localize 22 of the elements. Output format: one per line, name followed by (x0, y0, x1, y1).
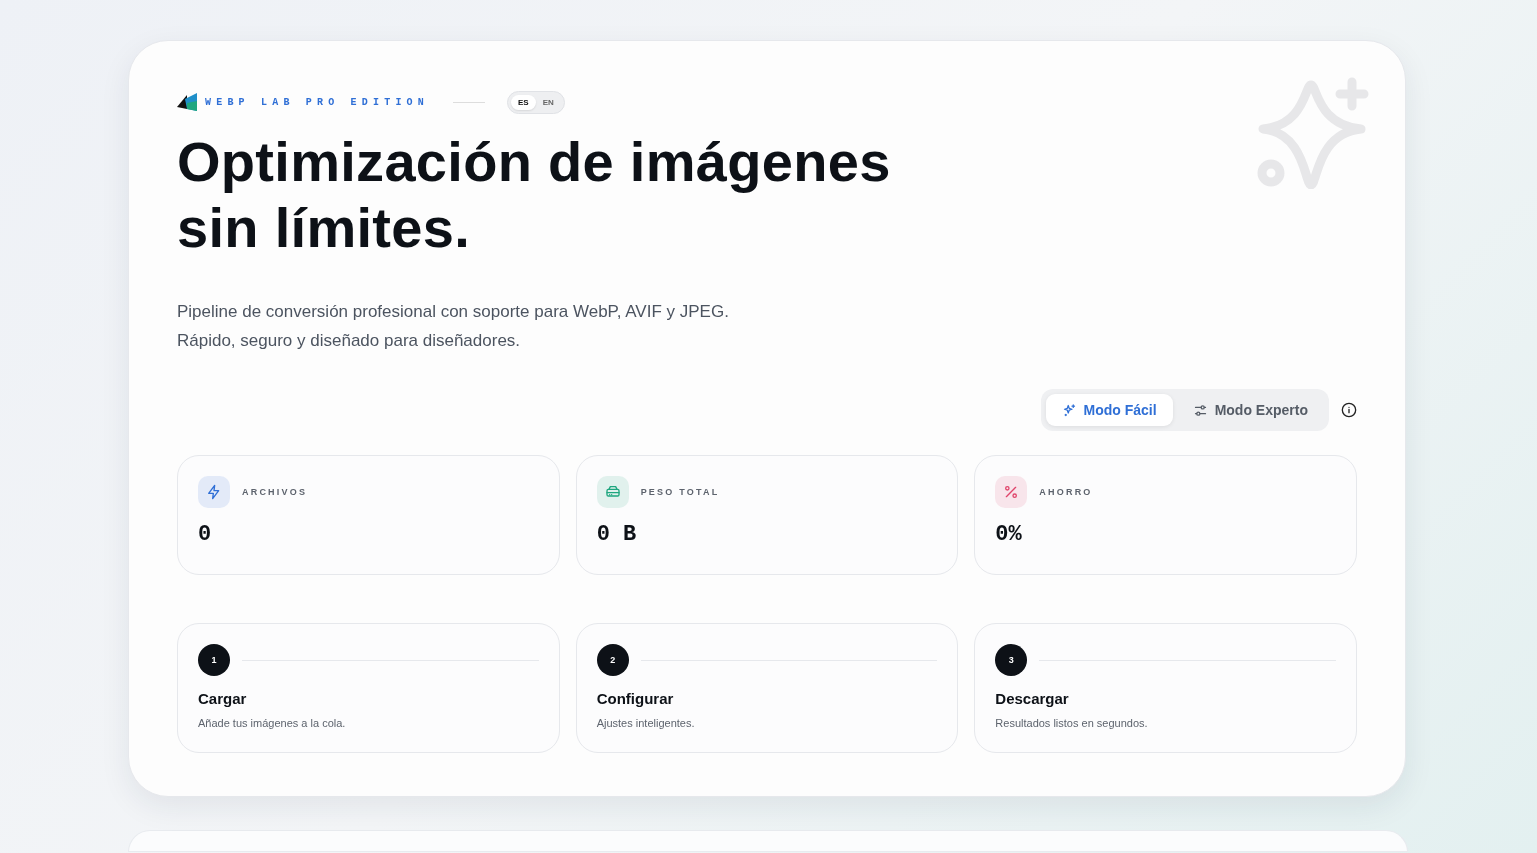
step-description: Resultados listos en segundos. (995, 717, 1149, 729)
step-title: Cargar (198, 690, 248, 707)
stat-value: 0 (198, 522, 213, 547)
hero-title: Optimización de imágenes sin límites. (177, 129, 892, 261)
step-number: 3 (995, 644, 1028, 676)
mode-tab[interactable]: Modo Fácil (1045, 394, 1173, 426)
step-number: 1 (198, 644, 230, 676)
stat-label: PESO TOTAL (640, 487, 720, 497)
step-description: Añade tus imágenes a la cola. (198, 717, 347, 729)
mode-tab[interactable]: Modo Experto (1176, 394, 1324, 426)
language-option[interactable]: ES (511, 94, 536, 110)
brand-name: WEBP LAB PRO EDITION (205, 96, 430, 108)
hero-subtitle: Pipeline de conversión profesional con soporte para WebP, AVIF y JPEG. Rápido, seguro y diseñado para diseñadores. (177, 301, 730, 352)
stat-label: AHORRO (1039, 487, 1093, 497)
step-title: Configurar (596, 690, 675, 707)
step-number: 2 (596, 644, 629, 676)
step-title: Descargar (995, 690, 1070, 707)
stat-label: ARCHIVOS (242, 487, 308, 497)
stat-value: 0 B (596, 522, 638, 547)
stat-value: 0% (995, 522, 1023, 547)
step-description: Ajustes inteligentes. (596, 717, 696, 729)
language-option[interactable]: EN (535, 94, 561, 110)
